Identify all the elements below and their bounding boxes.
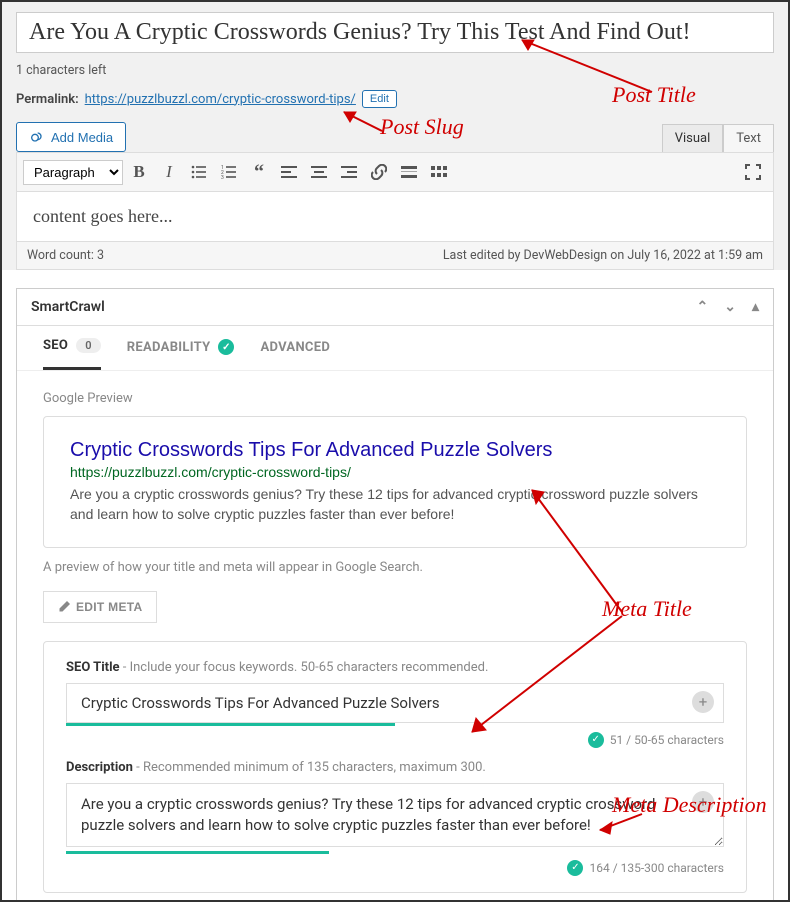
description-counter: 164 / 135-300 characters [589,861,724,875]
check-icon: ✓ [567,860,583,876]
seo-title-progress [66,723,395,726]
edit-meta-button[interactable]: EDIT META [43,591,157,623]
add-media-label: Add Media [51,130,113,145]
content-editor[interactable]: content goes here... [16,192,774,242]
tab-seo-label: SEO [43,338,68,353]
tab-text[interactable]: Text [723,124,774,152]
align-center-button[interactable] [305,158,333,186]
format-select[interactable]: Paragraph [23,160,123,185]
tab-readability[interactable]: READABILITY ✓ [127,338,235,370]
description-label: Description - Recommended minimum of 135… [66,760,724,775]
add-variable-button[interactable]: + [692,791,714,813]
description-input[interactable] [66,783,724,847]
chevron-up-icon[interactable]: ⌃ [697,299,709,315]
post-title-input[interactable] [16,12,774,53]
characters-left: 1 characters left [16,63,774,78]
word-count: Word count: 3 [27,248,104,263]
media-icon [29,129,45,145]
quote-button[interactable]: “ [245,158,273,186]
editor-tabs: Visual Text [662,124,774,152]
preview-title: Cryptic Crosswords Tips For Advanced Puz… [70,439,720,462]
preview-url: https://puzzlbuzzl.com/cryptic-crossword… [70,464,720,480]
pencil-icon [58,601,70,613]
check-icon: ✓ [588,732,604,748]
align-left-button[interactable] [275,158,303,186]
add-media-button[interactable]: Add Media [16,122,126,152]
toolbar-toggle-button[interactable] [425,158,453,186]
italic-button[interactable]: I [155,158,183,186]
seo-count-badge: 0 [76,338,101,353]
number-list-button[interactable]: 123 [215,158,243,186]
panel-title: SmartCrawl [31,299,105,315]
edit-slug-button[interactable]: Edit [362,90,397,108]
collapse-icon[interactable]: ▴ [752,299,759,315]
google-preview-box: Cryptic Crosswords Tips For Advanced Puz… [43,416,747,548]
align-right-button[interactable] [335,158,363,186]
add-variable-button[interactable]: + [692,691,714,713]
permalink-row: Permalink: https://puzzlbuzzl.com/crypti… [16,90,774,108]
bold-button[interactable]: B [125,158,153,186]
seo-title-label: SEO Title - Include your focus keywords.… [66,660,724,675]
permalink-label: Permalink: [16,92,79,107]
editor-status-bar: Word count: 3 Last edited by DevWebDesig… [16,242,774,270]
bullet-list-button[interactable] [185,158,213,186]
tab-visual[interactable]: Visual [662,124,724,152]
tab-seo[interactable]: SEO 0 [43,338,101,370]
description-progress [66,851,329,854]
tab-advanced[interactable]: ADVANCED [260,338,330,370]
editor-toolbar: Paragraph B I 123 “ [16,152,774,192]
last-edited: Last edited by DevWebDesign on July 16, … [443,248,763,263]
smartcrawl-panel: SmartCrawl ⌃ ⌄ ▴ SEO 0 READABILITY ✓ ADV… [16,288,774,902]
fullscreen-button[interactable] [739,158,767,186]
check-icon: ✓ [218,339,234,355]
edit-meta-label: EDIT META [76,600,142,614]
preview-hint: A preview of how your title and meta wil… [43,560,747,575]
meta-fields-box: SEO Title - Include your focus keywords.… [43,641,747,893]
seo-title-counter: 51 / 50-65 characters [610,733,724,747]
chevron-down-icon[interactable]: ⌄ [724,299,736,315]
svg-text:3: 3 [221,175,224,180]
google-preview-label: Google Preview [43,391,747,406]
link-button[interactable] [365,158,393,186]
permalink-url[interactable]: https://puzzlbuzzl.com/cryptic-crossword… [85,92,356,107]
tab-readability-label: READABILITY [127,340,211,355]
readmore-button[interactable] [395,158,423,186]
preview-description: Are you a cryptic crosswords genius? Try… [70,484,720,525]
seo-title-input[interactable] [66,683,724,723]
